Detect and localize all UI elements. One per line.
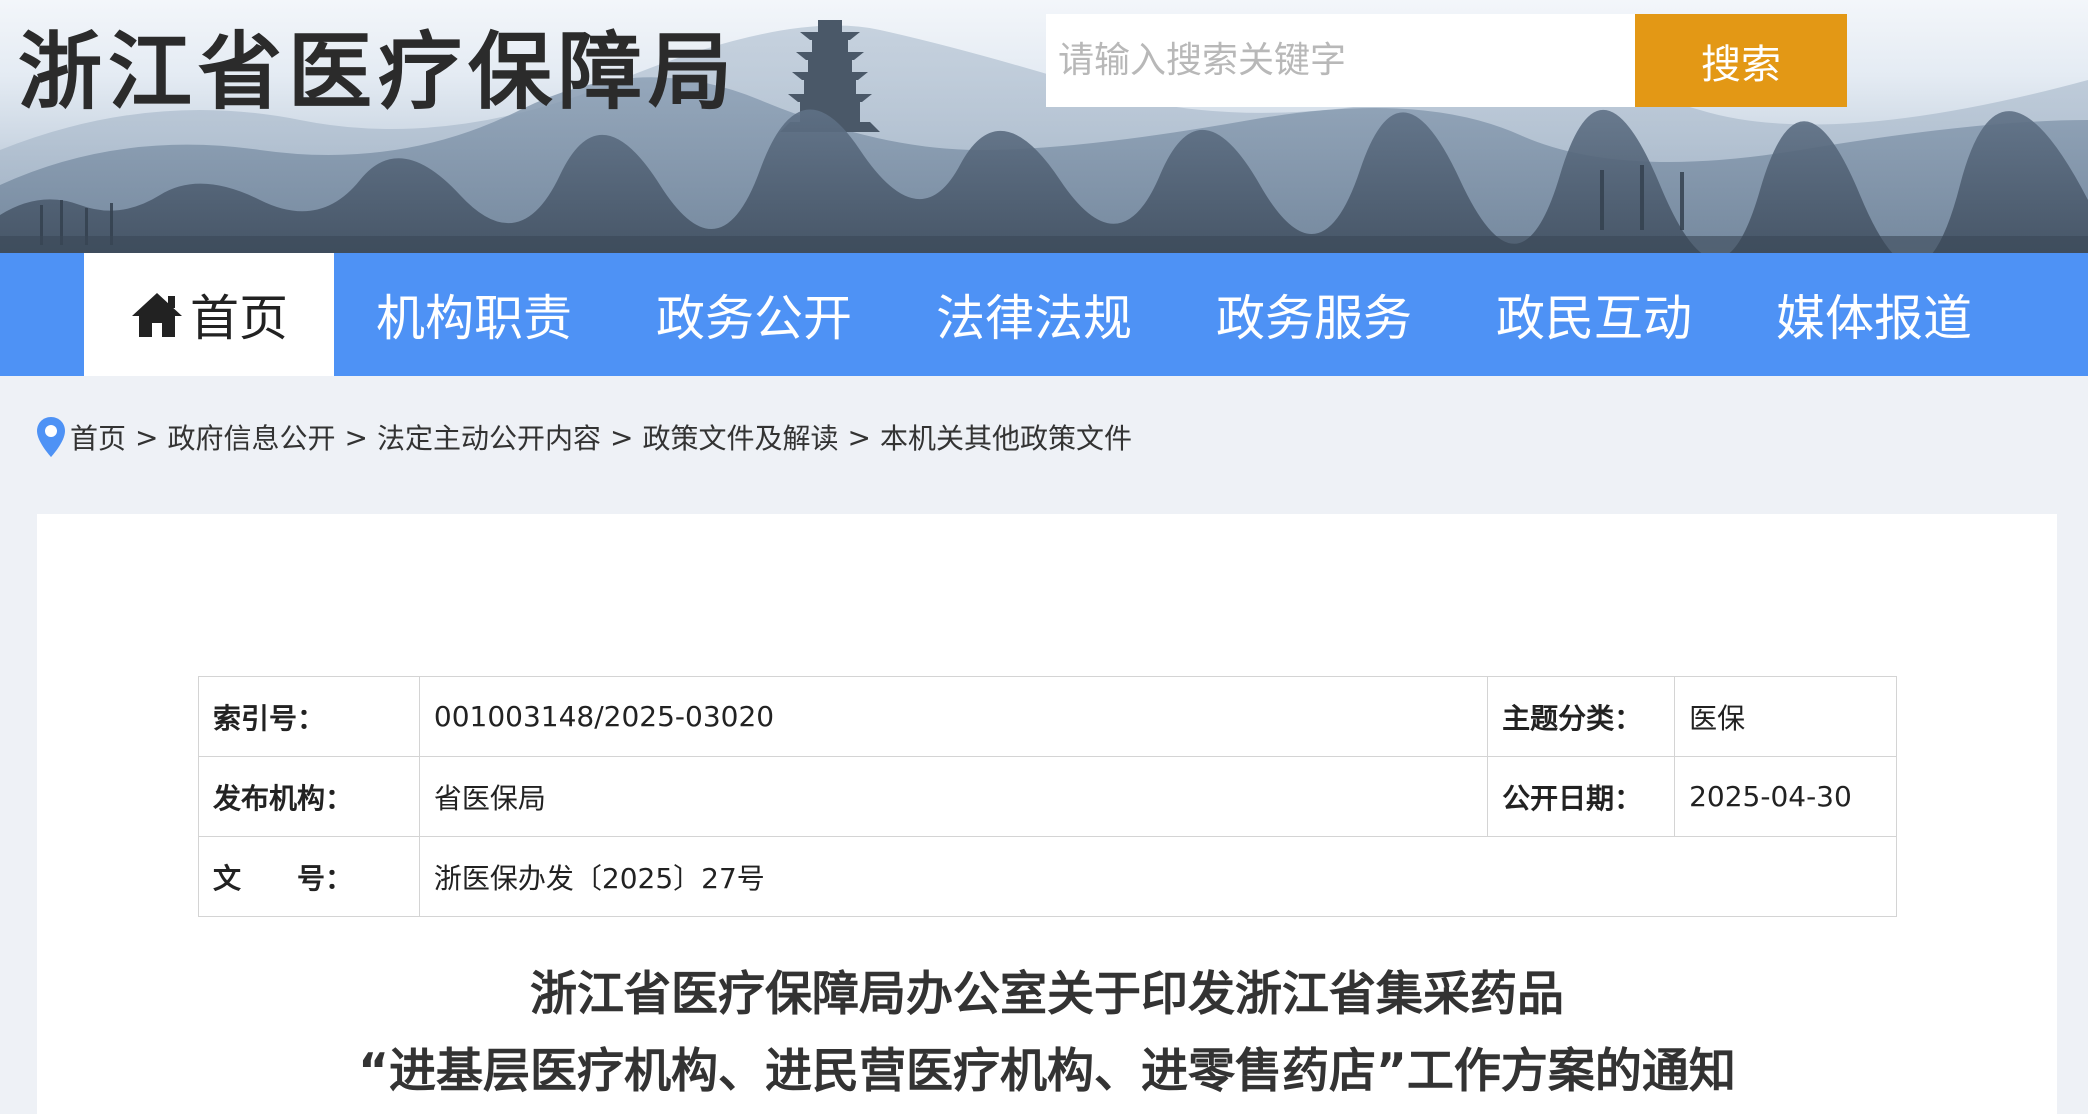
nav-item-home[interactable]: 首页 xyxy=(84,253,334,376)
index-label: 索引号： xyxy=(198,676,420,757)
header-banner: 浙江省医疗保障局 搜索 xyxy=(0,0,2088,253)
nav-item-label: 政务服务 xyxy=(1215,290,1412,347)
nav-item-services[interactable]: 政务服务 xyxy=(1174,253,1454,376)
search-button[interactable]: 搜索 xyxy=(1635,14,1847,107)
nav-item-label: 媒体报道 xyxy=(1775,290,1972,347)
nav-item-institution[interactable]: 机构职责 xyxy=(334,253,614,376)
breadcrumb-separator: > xyxy=(847,420,871,454)
document-title: 浙江省医疗保障局办公室关于印发浙江省集采药品 “进基层医疗机构、进民营医疗机构、… xyxy=(37,956,2057,1110)
location-pin-icon xyxy=(37,417,65,457)
breadcrumb-separator: > xyxy=(609,420,634,454)
nav-item-label: 机构职责 xyxy=(375,290,572,347)
date-value: 2025-04-30 xyxy=(1674,756,1897,837)
content-panel: 索引号： 001003148/2025-03020 主题分类： 医保 发布机构：… xyxy=(37,514,2057,1114)
docno-value: 浙医保办发〔2025〕27号 xyxy=(418,836,1898,917)
breadcrumb: 首页 > 政府信息公开 > 法定主动公开内容 > 政策文件及解读 > 本机关其他… xyxy=(36,412,1132,462)
site-title: 浙江省医疗保障局 xyxy=(18,23,739,121)
topic-label: 主题分类： xyxy=(1487,676,1676,757)
topic-value: 医保 xyxy=(1674,676,1897,757)
breadcrumb-policy[interactable]: 政策文件及解读 xyxy=(642,417,838,457)
main-nav: 首页 机构职责 政务公开 法律法规 政务服务 政民互动 媒体报道 xyxy=(0,253,2088,376)
search-input[interactable] xyxy=(1046,14,1635,107)
breadcrumb-separator: > xyxy=(344,420,368,454)
document-title-line: “进基层医疗机构、进民营医疗机构、进零售药店”工作方案的通知 xyxy=(358,1044,1736,1099)
breadcrumb-current[interactable]: 本机关其他政策文件 xyxy=(880,417,1132,457)
nav-item-label: 政务公开 xyxy=(655,290,852,347)
publisher-label: 发布机构： xyxy=(198,756,420,837)
breadcrumb-home[interactable]: 首页 xyxy=(70,417,126,457)
breadcrumb-separator: > xyxy=(135,420,159,454)
document-meta-table: 索引号： 001003148/2025-03020 主题分类： 医保 发布机构：… xyxy=(198,676,1898,917)
document-title-line: 浙江省医疗保障局办公室关于印发浙江省集采药品 xyxy=(530,967,1564,1022)
home-icon xyxy=(131,292,182,337)
publisher-value: 省医保局 xyxy=(418,756,1489,837)
nav-item-interaction[interactable]: 政民互动 xyxy=(1454,253,1734,376)
nav-item-government-affairs[interactable]: 政务公开 xyxy=(614,253,894,376)
date-label: 公开日期： xyxy=(1487,756,1676,837)
nav-item-laws[interactable]: 法律法规 xyxy=(894,253,1174,376)
index-value: 001003148/2025-03020 xyxy=(418,676,1489,757)
nav-item-label: 政民互动 xyxy=(1495,290,1692,347)
nav-item-media[interactable]: 媒体报道 xyxy=(1734,253,2014,376)
table-row: 发布机构： 省医保局 公开日期： 2025-04-30 xyxy=(198,756,1897,837)
table-row: 文 号： 浙医保办发〔2025〕27号 xyxy=(198,836,1898,917)
nav-item-label: 法律法规 xyxy=(935,290,1132,347)
breadcrumb-statutory[interactable]: 法定主动公开内容 xyxy=(377,417,601,457)
table-row: 索引号： 001003148/2025-03020 主题分类： 医保 xyxy=(198,676,1897,757)
nav-item-label: 首页 xyxy=(189,290,288,347)
breadcrumb-gov-info[interactable]: 政府信息公开 xyxy=(167,417,335,457)
docno-label: 文 号： xyxy=(198,836,420,917)
